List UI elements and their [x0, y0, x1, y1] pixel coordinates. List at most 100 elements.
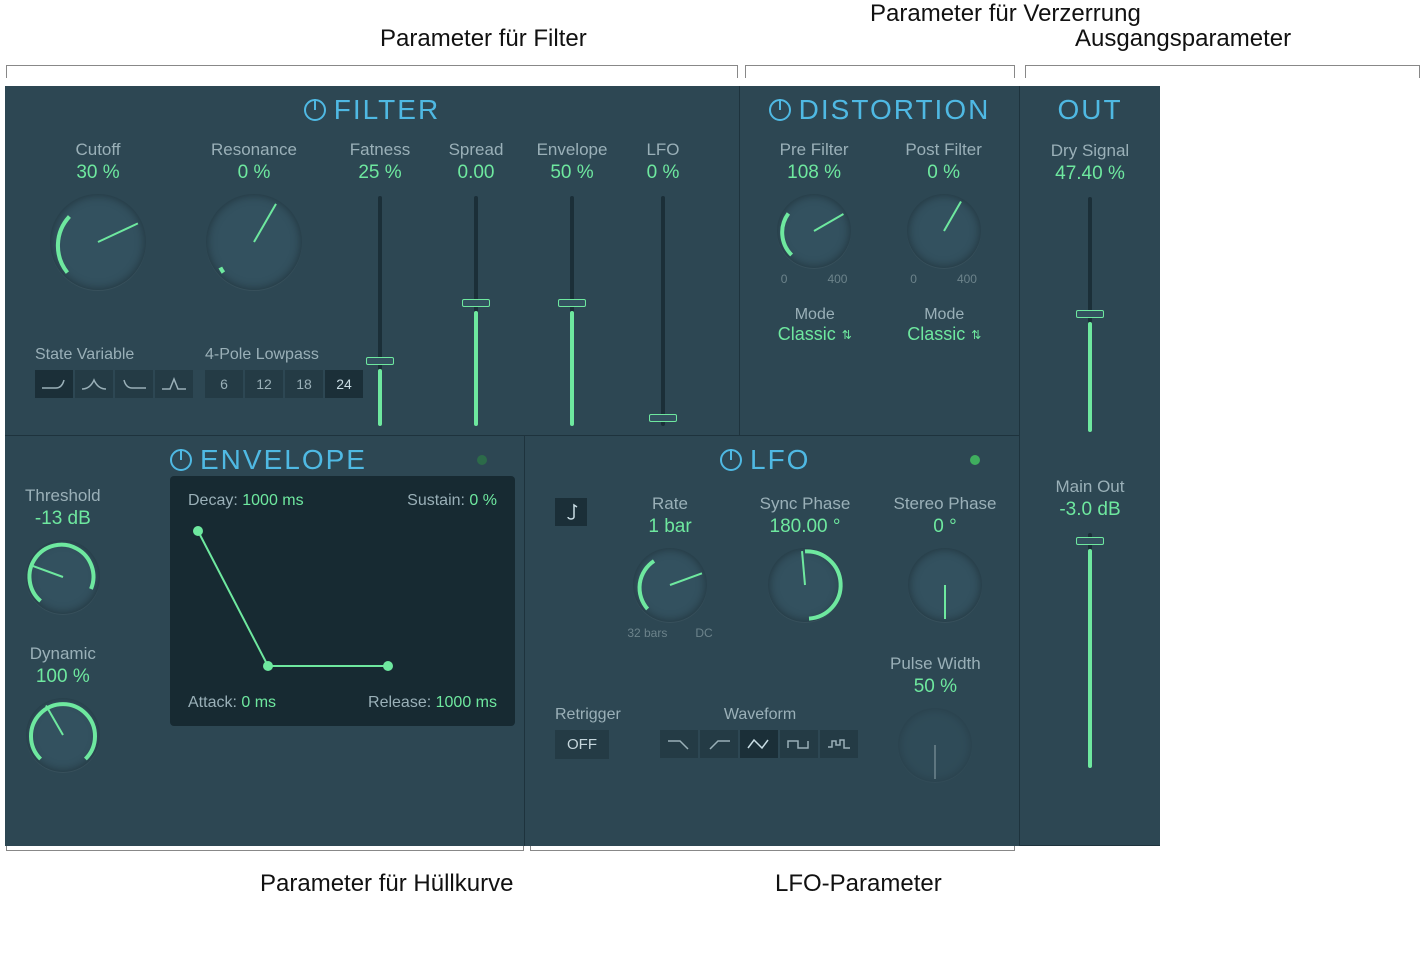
pre-mode-select[interactable]: Classic⇅ [778, 324, 852, 345]
sync-phase-value: 180.00 ° [770, 516, 841, 538]
post-mode-label: Mode [907, 306, 981, 324]
waveform-saw-up[interactable] [700, 730, 738, 758]
dynamic-value: 100 % [36, 666, 90, 688]
dynamic-label: Dynamic [30, 644, 96, 664]
filter-shape-highpass[interactable] [115, 370, 153, 398]
pre-range-max: 400 [827, 272, 847, 286]
waveform-square[interactable] [780, 730, 818, 758]
release-label: Release: [368, 694, 431, 711]
chevron-updown-icon: ⇅ [842, 328, 852, 342]
lfo-amt-slider[interactable]: LFO 0 % [633, 140, 693, 426]
post-range-max: 400 [957, 272, 977, 286]
lfo-title-row: LFO [720, 444, 810, 476]
bracket-lfo [530, 850, 1015, 851]
decay-label: Decay: [188, 492, 238, 509]
power-icon[interactable] [304, 99, 326, 121]
filter-shape-lowpass[interactable] [35, 370, 73, 398]
knob-ring-icon [765, 545, 845, 625]
stereo-phase-value: 0 ° [933, 516, 956, 538]
rate-knob[interactable] [633, 548, 707, 622]
filter-shape-peak[interactable] [155, 370, 193, 398]
pre-range-min: 0 [781, 272, 788, 286]
sync-phase-knob[interactable] [768, 548, 842, 622]
waveform-triangle[interactable] [740, 730, 778, 758]
release-value: 1000 ms [436, 694, 497, 711]
annotation-filter: Parameter für Filter [380, 25, 587, 53]
spread-slider[interactable]: Spread 0.00 [441, 140, 511, 426]
plugin-root: FILTER Cutoff 30 % Resonance 0 % [5, 86, 1160, 846]
stereo-phase-knob[interactable] [908, 548, 982, 622]
threshold-value: -13 dB [35, 508, 91, 530]
fatness-value: 25 % [358, 162, 401, 184]
filter-shape-bandpass[interactable] [75, 370, 113, 398]
sync-phase-label: Sync Phase [760, 494, 851, 514]
dry-value: 47.40 % [1055, 163, 1125, 185]
threshold-knob[interactable] [26, 540, 100, 614]
bracket-distortion [745, 65, 1015, 66]
spread-label: Spread [449, 140, 504, 160]
pre-filter-label: Pre Filter [780, 140, 849, 160]
retrigger-label: Retrigger [555, 706, 621, 724]
pole-18[interactable]: 18 [285, 370, 323, 398]
waveform-random[interactable] [820, 730, 858, 758]
lfo-led-icon [970, 455, 980, 465]
pulse-width-block: Pulse Width 50 % [890, 654, 981, 782]
pre-mode: Mode Classic⇅ [778, 306, 852, 345]
out-section: OUT Dry Signal 47.40 % Main Out -3.0 dB [1020, 86, 1160, 846]
lfo-title: LFO [750, 444, 810, 476]
sustain-label: Sustain: [407, 492, 465, 509]
bracket-envelope [6, 850, 524, 851]
pulse-width-label: Pulse Width [890, 654, 981, 674]
waveform-row [660, 730, 860, 758]
power-icon[interactable] [720, 449, 742, 471]
chevron-updown-icon: ⇅ [971, 328, 981, 342]
lfo-amt-value: 0 % [647, 162, 680, 184]
threshold-label: Threshold [25, 486, 101, 506]
power-icon[interactable] [769, 99, 791, 121]
pre-filter-knob[interactable] [777, 194, 851, 268]
pole-6[interactable]: 6 [205, 370, 243, 398]
retrigger-button[interactable]: OFF [555, 730, 609, 759]
resonance-knob[interactable] [206, 194, 302, 290]
dry-signal-slider[interactable]: Dry Signal 47.40 % [1020, 141, 1160, 432]
envelope-amt-slider[interactable]: Envelope 50 % [537, 140, 607, 426]
annotation-output: Ausgangsparameter [1075, 25, 1291, 53]
annotation-distortion-1: Parameter für Verzerrung [870, 0, 1141, 28]
post-filter-label: Post Filter [905, 140, 982, 160]
sync-note-button[interactable] [555, 498, 587, 526]
pole-24[interactable]: 24 [325, 370, 363, 398]
post-mode-select[interactable]: Classic⇅ [907, 324, 981, 345]
resonance-label: Resonance [211, 140, 297, 160]
waveform-saw-down[interactable] [660, 730, 698, 758]
pole-row: 6 12 18 24 [205, 370, 363, 398]
envelope-display[interactable]: Decay: 1000 ms Sustain: 0 % Attack: 0 ms… [170, 476, 515, 726]
pre-filter-value: 108 % [787, 162, 841, 184]
threshold-block: Threshold -13 dB [25, 486, 101, 614]
main-out-slider[interactable]: Main Out -3.0 dB [1020, 477, 1160, 768]
attack-value: 0 ms [241, 694, 276, 711]
pulse-width-knob[interactable] [898, 708, 972, 782]
cutoff-knob[interactable] [50, 194, 146, 290]
rate-min: 32 bars [627, 626, 667, 640]
cutoff-block: Cutoff 30 % [33, 140, 163, 290]
envelope-title: ENVELOPE [200, 444, 367, 476]
bracket-filter [6, 65, 738, 66]
waveform-label: Waveform [660, 706, 860, 724]
sustain-value: 0 % [469, 492, 497, 509]
envelope-amt-label: Envelope [537, 140, 608, 160]
filter-section: FILTER Cutoff 30 % Resonance 0 % [5, 86, 740, 436]
pole-12[interactable]: 12 [245, 370, 283, 398]
post-filter-knob[interactable] [907, 194, 981, 268]
post-filter-block: Post Filter 0 % 0400 [905, 140, 982, 286]
state-variable-row [35, 370, 193, 398]
pre-filter-block: Pre Filter 108 % 0 400 [777, 140, 851, 286]
main-out-value: -3.0 dB [1059, 499, 1120, 521]
distortion-title: DISTORTION [799, 94, 991, 126]
post-mode: Mode Classic⇅ [907, 306, 981, 345]
rate-block: Rate 1 bar 32 barsDC [615, 494, 725, 640]
post-filter-value: 0 % [927, 162, 960, 184]
power-icon[interactable] [170, 449, 192, 471]
envelope-title-row: ENVELOPE [170, 444, 367, 476]
note-icon [563, 503, 579, 521]
dynamic-knob[interactable] [26, 698, 100, 772]
